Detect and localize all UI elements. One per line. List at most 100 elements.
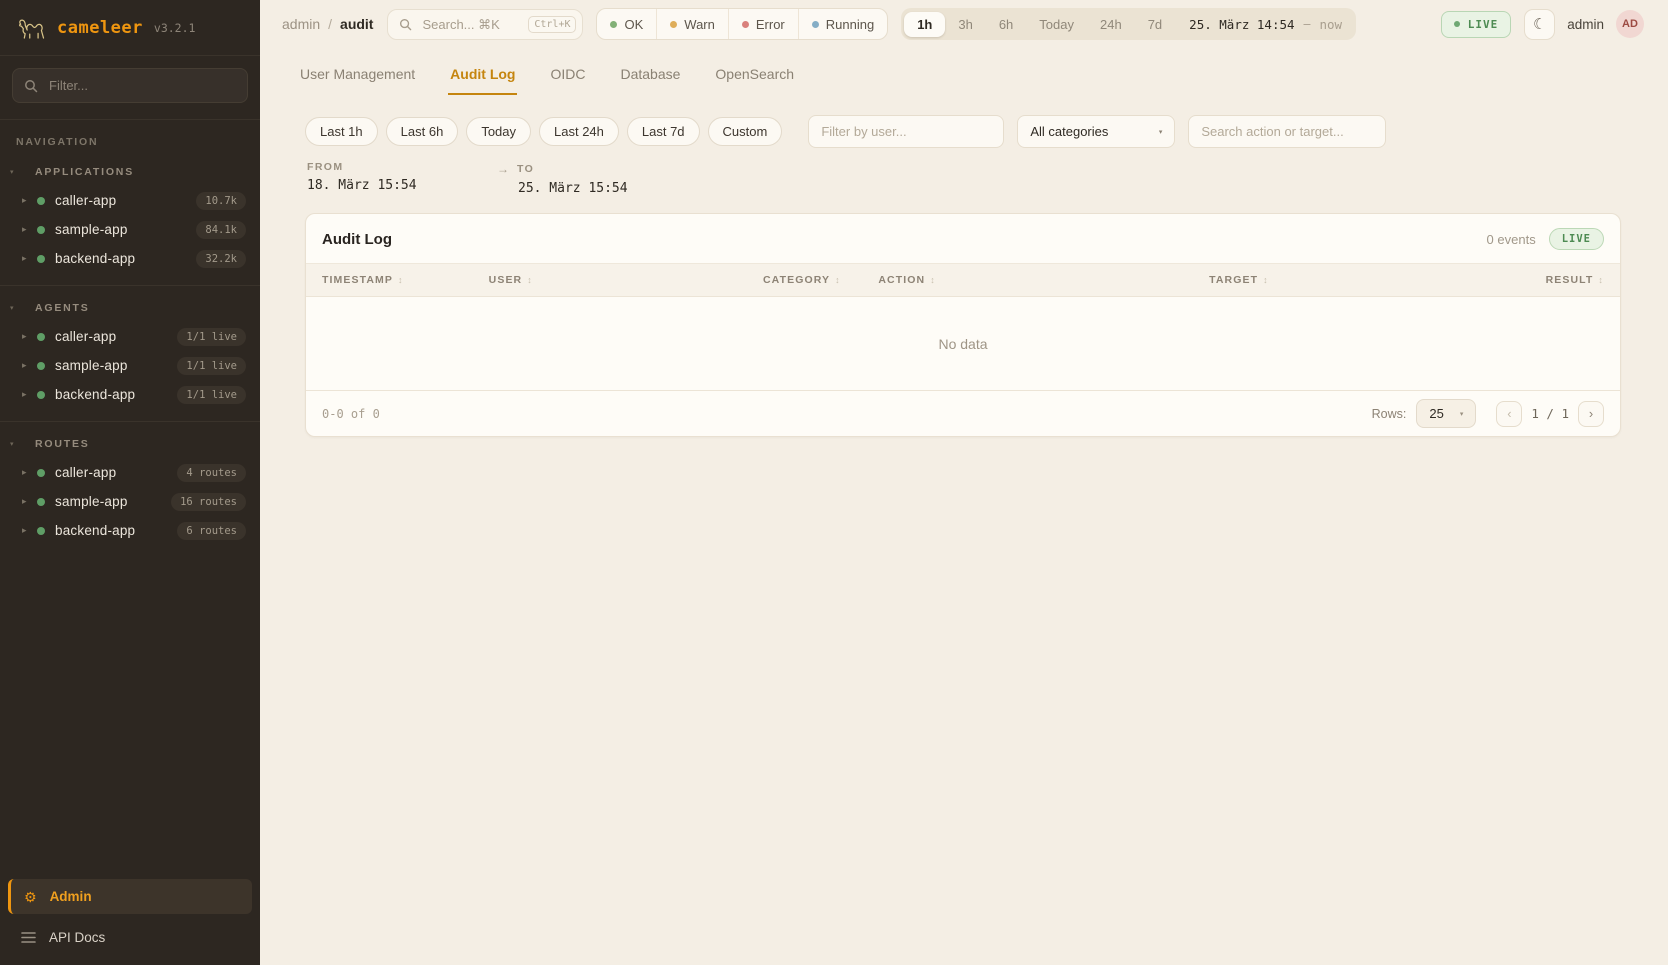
column-header-result[interactable]: RESULT ↕	[1537, 274, 1604, 286]
sidebar-item-api-docs[interactable]: API Docs	[0, 918, 260, 965]
live-toggle[interactable]: LIVE	[1441, 11, 1512, 38]
app-version: v3.2.1	[154, 21, 196, 35]
live-count-badge: 1/1 live	[177, 386, 246, 404]
action-target-search-input[interactable]	[1188, 115, 1386, 148]
sidebar-item-route-caller[interactable]: ▸ caller-app 4 routes	[0, 458, 260, 487]
current-datetime[interactable]: 25. März 14:54	[1189, 17, 1294, 32]
routes-count-badge: 6 routes	[177, 522, 246, 540]
card-title: Audit Log	[322, 231, 392, 248]
global-search[interactable]: Ctrl+K	[387, 9, 583, 40]
rows-label: Rows:	[1372, 407, 1407, 421]
caret-down-icon: ▾	[10, 168, 20, 176]
global-search-input[interactable]	[420, 16, 520, 33]
status-dot	[37, 333, 45, 341]
caret-right-icon: ▸	[22, 253, 37, 264]
category-select[interactable]: All categories ▾	[1017, 115, 1175, 148]
admin-tabs: User Management Audit Log OIDC Database …	[260, 48, 1668, 95]
time-range-3h[interactable]: 3h	[945, 12, 985, 37]
status-filter-warn[interactable]: Warn	[656, 9, 728, 39]
caret-right-icon: ▸	[22, 360, 37, 371]
time-range-group: 1h 3h 6h Today 24h 7d 25. März 14:54 – n…	[901, 8, 1356, 40]
range-end-now: now	[1319, 17, 1342, 32]
ok-dot	[610, 21, 617, 28]
chip-last-7d[interactable]: Last 7d	[627, 117, 700, 146]
time-range-6h[interactable]: 6h	[986, 12, 1026, 37]
tab-audit-log[interactable]: Audit Log	[448, 66, 517, 95]
sidebar-item-admin[interactable]: ⚙ Admin	[8, 879, 252, 914]
sort-icon: ↕	[398, 275, 404, 285]
theme-toggle[interactable]: ☾	[1524, 9, 1555, 40]
table-header-row: TIMESTAMP ↕ USER ↕ CATEGORY ↕ ACTION ↕ T…	[306, 263, 1620, 297]
sidebar-item-agent-backend[interactable]: ▸ backend-app 1/1 live	[0, 380, 260, 409]
count-badge: 84.1k	[196, 221, 246, 239]
avatar[interactable]: AD	[1616, 10, 1644, 38]
chip-last-1h[interactable]: Last 1h	[305, 117, 378, 146]
audit-card-header: Audit Log 0 events LIVE	[306, 214, 1620, 263]
column-header-category[interactable]: CATEGORY ↕	[763, 274, 878, 286]
audit-log-card: Audit Log 0 events LIVE TIMESTAMP ↕ USER…	[305, 213, 1621, 437]
chip-custom[interactable]: Custom	[708, 117, 783, 146]
table-body: No data	[306, 297, 1620, 390]
sidebar-item-route-sample[interactable]: ▸ sample-app 16 routes	[0, 487, 260, 516]
chevron-down-icon: ▾	[1460, 410, 1464, 418]
status-dot	[37, 498, 45, 506]
main-area: admin / audit Ctrl+K OK Warn Error	[260, 0, 1668, 965]
section-header-routes[interactable]: ▾ ROUTES	[0, 432, 260, 458]
section-header-applications[interactable]: ▾ APPLICATIONS	[0, 160, 260, 186]
tab-database[interactable]: Database	[618, 66, 682, 95]
time-range-7d[interactable]: 7d	[1135, 12, 1175, 37]
next-page-button[interactable]: ›	[1578, 401, 1604, 427]
status-dot	[37, 226, 45, 234]
chip-last-24h[interactable]: Last 24h	[539, 117, 619, 146]
chevron-right-icon: ›	[1589, 406, 1593, 421]
sort-icon: ↕	[835, 275, 841, 285]
status-dot	[37, 391, 45, 399]
sidebar-item-app-backend[interactable]: ▸ backend-app 32.2k	[0, 244, 260, 273]
shortcut-hint: Ctrl+K	[528, 16, 576, 33]
column-header-user[interactable]: USER ↕	[489, 274, 763, 286]
caret-right-icon: ▸	[22, 195, 37, 206]
sidebar-item-agent-sample[interactable]: ▸ sample-app 1/1 live	[0, 351, 260, 380]
app-logo[interactable]: cameleer v3.2.1	[0, 0, 260, 56]
status-dot	[37, 469, 45, 477]
rows-per-page-select[interactable]: 25 ▾	[1416, 399, 1476, 428]
to-value[interactable]: 25. März 15:54	[518, 181, 628, 196]
time-range-today[interactable]: Today	[1026, 12, 1087, 37]
time-range-24h[interactable]: 24h	[1087, 12, 1135, 37]
caret-right-icon: ▸	[22, 467, 37, 478]
live-dot	[1454, 21, 1460, 27]
status-filter-running[interactable]: Running	[798, 9, 887, 39]
column-header-timestamp[interactable]: TIMESTAMP ↕	[322, 274, 489, 286]
sidebar-item-agent-caller[interactable]: ▸ caller-app 1/1 live	[0, 322, 260, 351]
status-filter-error[interactable]: Error	[728, 9, 798, 39]
time-range-1h[interactable]: 1h	[904, 12, 945, 37]
tab-user-management[interactable]: User Management	[298, 66, 417, 95]
column-header-action[interactable]: ACTION ↕	[878, 274, 1209, 286]
tab-oidc[interactable]: OIDC	[548, 66, 587, 95]
caret-right-icon: ▸	[22, 389, 37, 400]
status-filter-ok[interactable]: OK	[597, 9, 656, 39]
from-value[interactable]: 18. März 15:54	[307, 178, 497, 193]
sidebar-item-app-sample[interactable]: ▸ sample-app 84.1k	[0, 215, 260, 244]
breadcrumb-admin[interactable]: admin	[282, 16, 320, 32]
sort-icon: ↕	[1598, 275, 1604, 285]
filter-by-user-input[interactable]	[808, 115, 1004, 148]
sidebar-item-app-caller[interactable]: ▸ caller-app 10.7k	[0, 186, 260, 215]
sidebar-filter-input[interactable]	[47, 77, 236, 94]
section-header-agents[interactable]: ▾ AGENTS	[0, 296, 260, 322]
sidebar-item-route-backend[interactable]: ▸ backend-app 6 routes	[0, 516, 260, 545]
chip-last-6h[interactable]: Last 6h	[386, 117, 459, 146]
caret-right-icon: ▸	[22, 525, 37, 536]
tab-opensearch[interactable]: OpenSearch	[713, 66, 796, 95]
caret-right-icon: ▸	[22, 224, 37, 235]
content-area: User Management Audit Log OIDC Database …	[260, 48, 1668, 965]
app-name: cameleer	[57, 18, 143, 38]
sidebar-filter-box[interactable]	[12, 68, 248, 103]
status-filter-group: OK Warn Error Running	[596, 8, 888, 40]
username: admin	[1567, 17, 1604, 32]
audit-filter-row: Last 1h Last 6h Today Last 24h Last 7d C…	[260, 95, 1668, 148]
sidebar: cameleer v3.2.1 NAVIGATION ▾ APPLICATION…	[0, 0, 260, 965]
prev-page-button[interactable]: ‹	[1496, 401, 1522, 427]
column-header-target[interactable]: TARGET ↕	[1209, 274, 1537, 286]
chip-today[interactable]: Today	[466, 117, 531, 146]
